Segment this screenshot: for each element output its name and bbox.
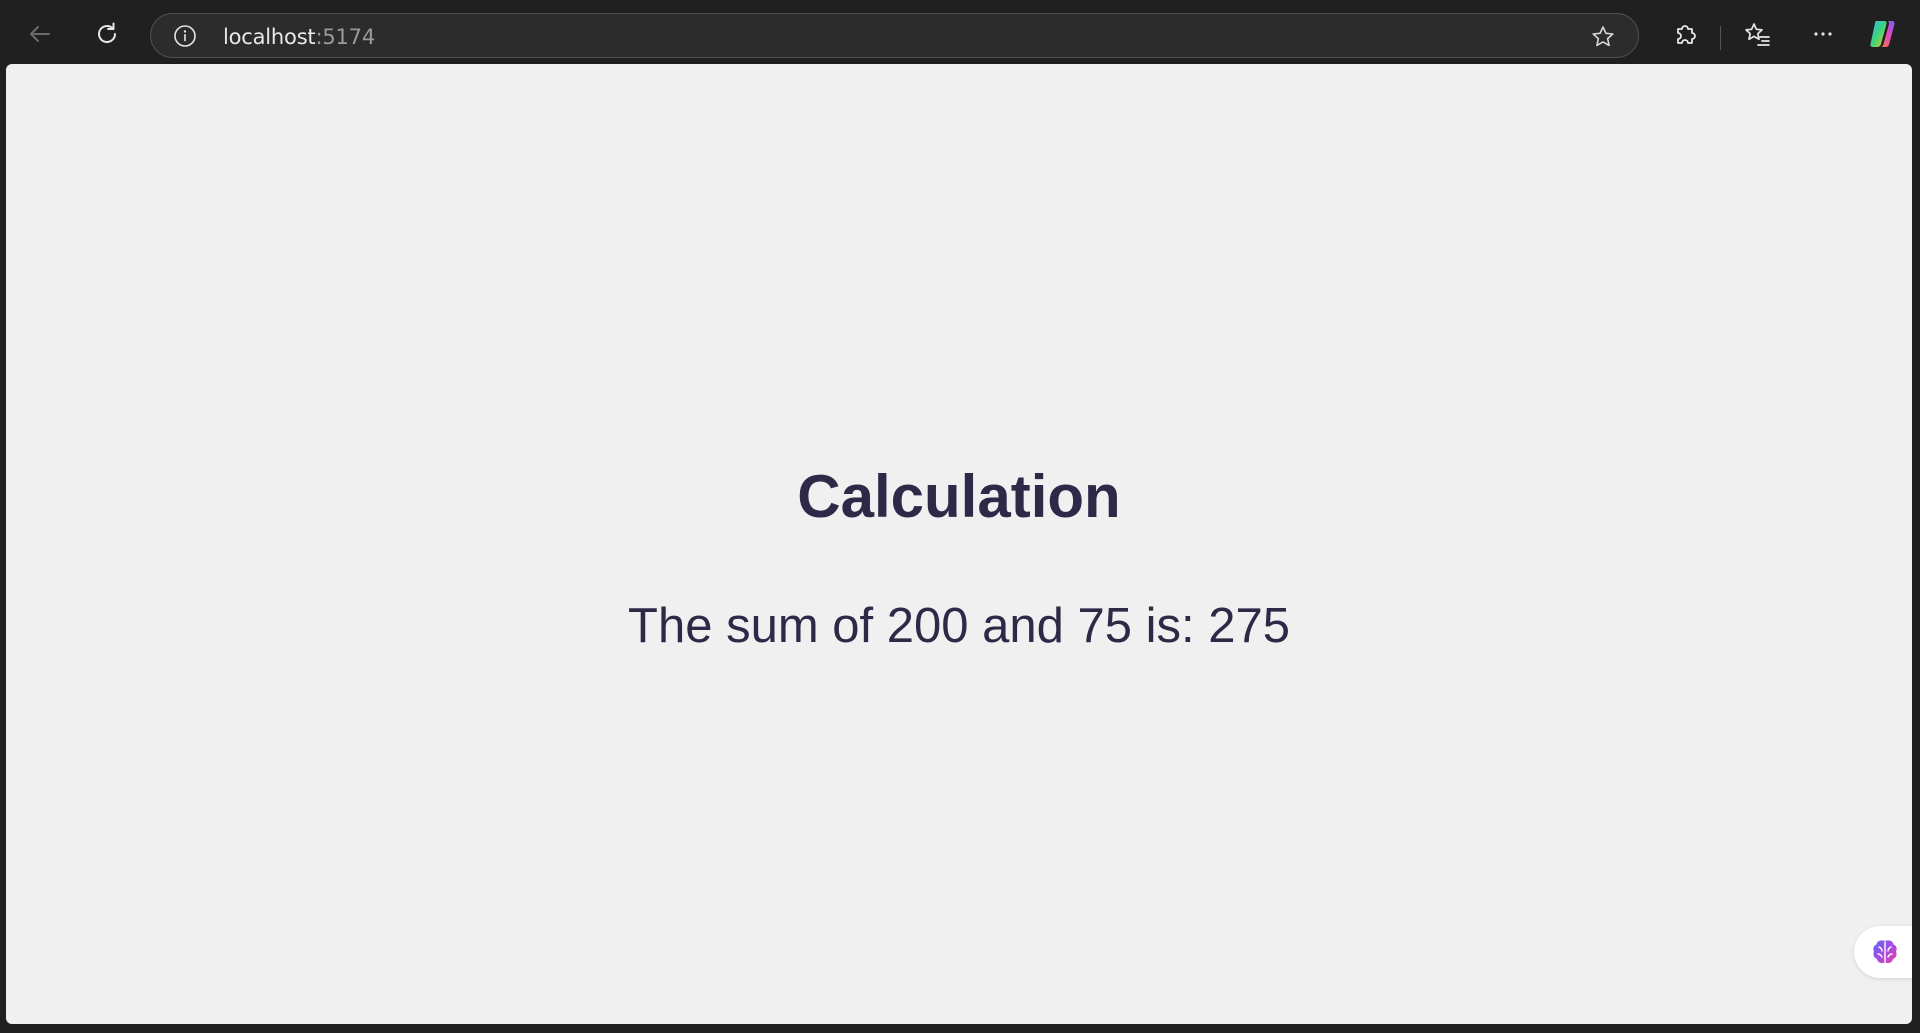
puzzle-icon [1677, 25, 1696, 44]
favorites-icon [1745, 23, 1770, 46]
url-text[interactable]: localhost:5174 [223, 25, 375, 49]
browser-toolbar: localhost:5174 [0, 4, 1920, 62]
copilot-icon [1870, 21, 1895, 47]
browser-window: localhost:5174 Calculation The sum of 20… [0, 0, 1920, 1033]
floating-assistant-button[interactable] [1854, 926, 1912, 978]
reload-button[interactable] [85, 12, 129, 56]
page-title: Calculation [797, 463, 1121, 530]
back-button[interactable] [18, 12, 62, 56]
page-viewport: Calculation The sum of 200 and 75 is: 27… [6, 64, 1912, 1024]
sum-result-text: The sum of 200 and 75 is: 275 [628, 599, 1290, 653]
more-button[interactable] [1801, 12, 1845, 56]
url-host: localhost [223, 25, 316, 49]
arrow-left-icon [30, 26, 50, 42]
copilot-button[interactable] [1862, 12, 1906, 56]
more-icon [1814, 32, 1832, 36]
reload-icon [98, 22, 116, 43]
page-content: Calculation The sum of 200 and 75 is: 27… [6, 64, 1912, 1024]
url-port: :5174 [315, 25, 375, 49]
info-icon[interactable] [173, 24, 197, 48]
favorites-button[interactable] [1735, 12, 1779, 56]
brain-icon [1873, 940, 1897, 964]
address-bar[interactable]: localhost:5174 [150, 13, 1639, 58]
toolbar-divider [1720, 26, 1721, 50]
star-icon[interactable] [1590, 24, 1616, 50]
extensions-button[interactable] [1663, 12, 1707, 56]
